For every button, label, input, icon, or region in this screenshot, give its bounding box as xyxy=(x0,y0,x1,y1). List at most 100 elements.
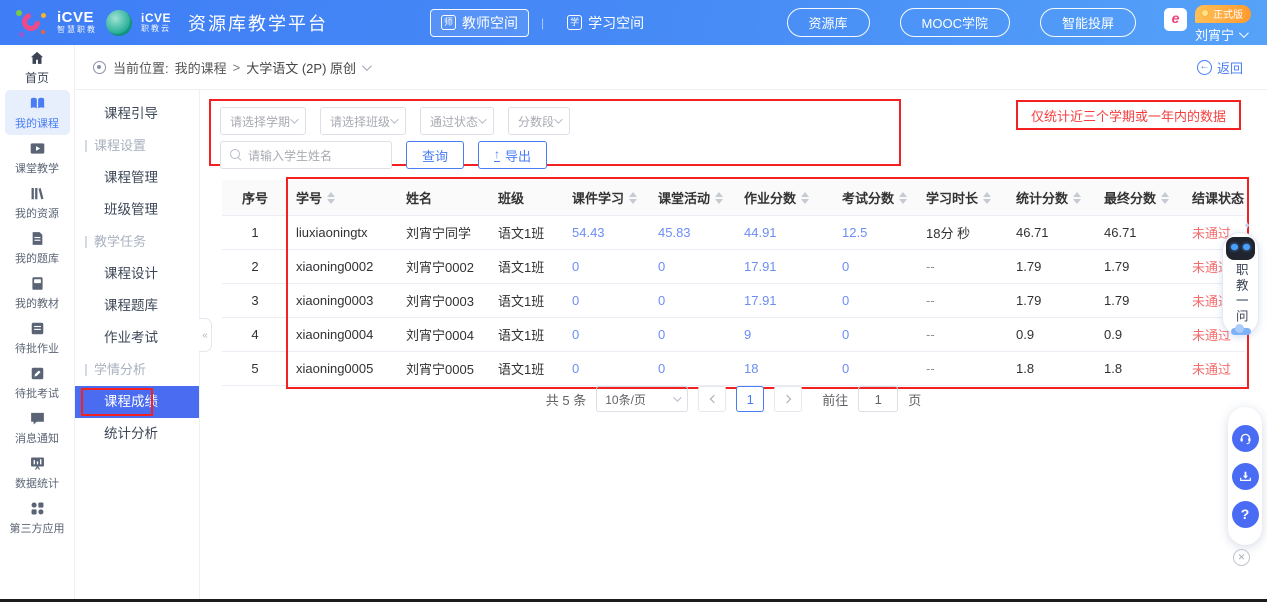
space-tab[interactable]: 师 教师空间 xyxy=(430,9,529,37)
breadcrumb-root[interactable]: 我的课程 xyxy=(175,58,227,77)
table-cell[interactable]: 17.91 xyxy=(736,293,834,308)
export-button[interactable]: ↑ 导出 xyxy=(478,141,547,169)
header-pill-button[interactable]: MOOC学院 xyxy=(900,8,1010,37)
filter-select[interactable]: 请选择学期 xyxy=(220,107,306,135)
table-cell[interactable]: 54.43 xyxy=(564,225,650,240)
course-menu-item[interactable]: 教学任务 xyxy=(75,226,199,258)
sort-carets-icon[interactable] xyxy=(629,192,637,204)
query-button[interactable]: 查询 xyxy=(406,141,464,169)
sidebar-item-label: 第三方应用 xyxy=(10,520,65,536)
back-arrow-icon: ← xyxy=(1197,60,1212,75)
column-header[interactable]: 考试分数 xyxy=(834,188,918,207)
course-menu-item[interactable]: 课程设计 xyxy=(75,258,199,290)
course-menu-item[interactable]: 作业考试 xyxy=(75,322,199,354)
table-cell[interactable]: 45.83 xyxy=(650,225,736,240)
textbook-icon xyxy=(29,275,46,292)
sort-carets-icon[interactable] xyxy=(1161,192,1169,204)
sidebar-item[interactable]: 我的教材 xyxy=(5,270,70,315)
header-pill-button[interactable]: 资源库 xyxy=(787,8,870,37)
left-sidebar: 首页 我的课程 课堂教学 我的资源 xyxy=(0,45,75,602)
course-menu-item[interactable]: 班级管理 xyxy=(75,194,199,226)
course-menu-item[interactable]: 课程题库 xyxy=(75,290,199,322)
column-header[interactable]: 最终分数 xyxy=(1096,188,1184,207)
sidebar-item[interactable]: 待批作业 xyxy=(5,315,70,360)
sidebar-item[interactable]: 我的题库 xyxy=(5,225,70,270)
brand-primary-title: iCVE xyxy=(57,10,97,26)
filter-select[interactable]: 通过状态 xyxy=(420,107,494,135)
support-button[interactable] xyxy=(1232,425,1259,452)
course-menu-item[interactable]: 课程引导 xyxy=(75,98,199,130)
table-cell[interactable]: 0 xyxy=(564,259,650,274)
user-block[interactable]: e 正式版 刘宵宁 xyxy=(1164,2,1251,44)
filter-select[interactable]: 请选择班级 xyxy=(320,107,406,135)
table-cell[interactable]: 0 xyxy=(834,361,918,376)
filter-select[interactable]: 分数段 xyxy=(508,107,570,135)
table-cell: 46.71 xyxy=(1008,225,1096,240)
ai-assistant-widget[interactable]: 职教一问 xyxy=(1222,232,1259,336)
next-page-button[interactable] xyxy=(774,386,802,412)
column-header[interactable]: 作业分数 xyxy=(736,188,834,207)
breadcrumb-current-course[interactable]: 大学语文 (2P) 原创 xyxy=(246,58,369,77)
table-cell: -- xyxy=(918,259,1008,274)
table-cell[interactable]: 0 xyxy=(650,293,736,308)
sidebar-item-home[interactable]: 首页 xyxy=(0,45,74,90)
prev-page-button[interactable] xyxy=(698,386,726,412)
download-button[interactable] xyxy=(1232,463,1259,490)
current-page-button[interactable]: 1 xyxy=(736,386,764,412)
table-cell[interactable]: 0 xyxy=(834,293,918,308)
sort-carets-icon[interactable] xyxy=(899,192,907,204)
sidebar-collapse-handle[interactable]: « xyxy=(199,318,212,352)
sort-carets-icon[interactable] xyxy=(1073,192,1081,204)
student-name-input[interactable]: 请输入学生姓名 xyxy=(220,141,392,169)
sidebar-item[interactable]: 我的课程 xyxy=(5,90,70,135)
course-menu-item[interactable]: 课程管理 xyxy=(75,162,199,194)
table-cell[interactable]: 0 xyxy=(650,259,736,274)
course-menu-item[interactable]: 课程设置 xyxy=(75,130,199,162)
sidebar-item[interactable]: 第三方应用 xyxy=(5,495,70,540)
chevron-right-icon xyxy=(782,395,790,403)
table-cell[interactable]: 0 xyxy=(834,327,918,342)
course-menu-item[interactable]: 学情分析 xyxy=(75,354,199,386)
column-header[interactable]: 统计分数 xyxy=(1008,188,1096,207)
statistics-icon xyxy=(29,455,46,472)
sidebar-item[interactable]: 待批考试 xyxy=(5,360,70,405)
table-cell[interactable]: 9 xyxy=(736,327,834,342)
back-button[interactable]: ← 返回 xyxy=(1197,58,1243,77)
sidebar-item[interactable]: 我的资源 xyxy=(5,180,70,225)
table-cell[interactable]: 0 xyxy=(650,327,736,342)
user-name[interactable]: 刘宵宁 xyxy=(1195,25,1246,44)
course-menu-item[interactable]: 课程成绩 xyxy=(75,386,199,418)
download-icon xyxy=(1238,469,1253,484)
table-cell[interactable]: 0 xyxy=(564,327,650,342)
table-cell[interactable]: 0 xyxy=(564,361,650,376)
sort-carets-icon[interactable] xyxy=(983,192,991,204)
sidebar-item[interactable]: 课堂教学 xyxy=(5,135,70,180)
course-menu-item[interactable]: 统计分析 xyxy=(75,418,199,450)
table-cell[interactable]: 17.91 xyxy=(736,259,834,274)
space-tab[interactable]: 学 学习空间 xyxy=(556,9,655,37)
header-pill-button[interactable]: 智能投屏 xyxy=(1040,8,1136,37)
close-floating-toolbar-button[interactable]: ✕ xyxy=(1233,549,1250,566)
table-cell[interactable]: 12.5 xyxy=(834,225,918,240)
table-cell[interactable]: 0 xyxy=(564,293,650,308)
table-cell[interactable]: 0 xyxy=(834,259,918,274)
column-header[interactable]: 学习时长 xyxy=(918,188,1008,207)
table-cell[interactable]: 18 xyxy=(736,361,834,376)
sidebar-item[interactable]: 消息通知 xyxy=(5,405,70,450)
sidebar-item[interactable]: 数据统计 xyxy=(5,450,70,495)
grades-table-body: 1liuxiaoningtx刘宵宁同学语文1班54.4345.8344.9112… xyxy=(222,216,1245,386)
goto-page-input[interactable]: 1 xyxy=(858,386,898,412)
help-button[interactable]: ? xyxy=(1232,501,1259,528)
table-cell[interactable]: 44.91 xyxy=(736,225,834,240)
space-switcher: 师 教师空间 | 学 学习空间 xyxy=(430,0,655,45)
table-cell[interactable]: 0 xyxy=(650,361,736,376)
column-header[interactable]: 学号 xyxy=(288,188,398,207)
table-cell: 46.71 xyxy=(1096,225,1184,240)
sort-carets-icon[interactable] xyxy=(715,192,723,204)
sort-carets-icon[interactable] xyxy=(327,192,335,204)
page-size-select[interactable]: 10条/页 xyxy=(596,386,688,412)
table-cell: 4 xyxy=(222,327,288,342)
column-header[interactable]: 课堂活动 xyxy=(650,188,736,207)
column-header[interactable]: 课件学习 xyxy=(564,188,650,207)
sort-carets-icon[interactable] xyxy=(801,192,809,204)
